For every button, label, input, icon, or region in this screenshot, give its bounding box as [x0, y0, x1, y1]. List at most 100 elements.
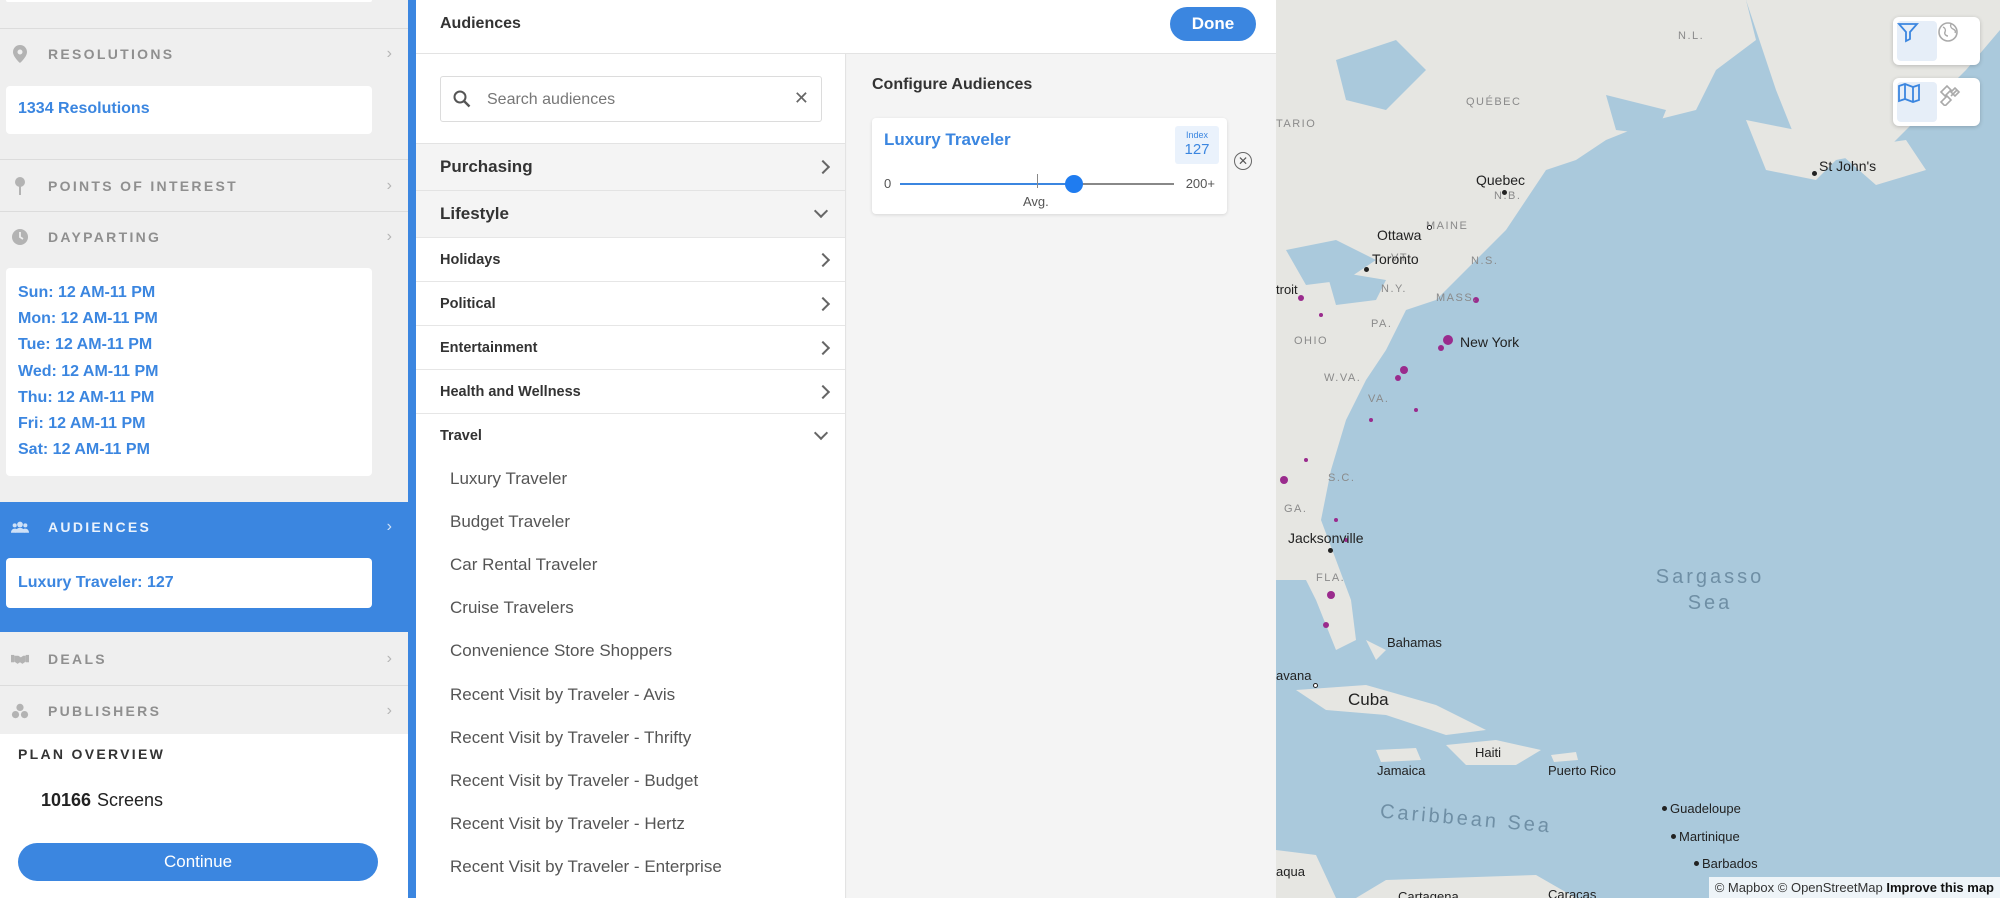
chevron-right-icon: ›	[386, 45, 392, 62]
subcategory-label: Entertainment	[440, 339, 538, 356]
section-audiences[interactable]: AUDIENCES ›	[0, 513, 408, 541]
index-slider[interactable]	[900, 174, 1174, 193]
daypart-sun[interactable]: Sun: 12 AM-11 PM	[18, 284, 155, 302]
resolutions-value[interactable]: 1334 Resolutions	[18, 100, 150, 118]
city-label: Caracas	[1548, 887, 1597, 898]
mapbox-attribution[interactable]: © Mapbox	[1715, 880, 1774, 895]
remove-audience-icon[interactable]: ✕	[1234, 152, 1252, 170]
city-label: Toronto	[1372, 251, 1419, 267]
section-label: PUBLISHERS	[48, 703, 162, 719]
screens-label: Screens	[97, 790, 164, 810]
category-label: Purchasing	[440, 157, 533, 176]
subcategory-travel[interactable]: Travel	[416, 413, 845, 457]
map-region-label: VA.	[1368, 393, 1390, 405]
map-region-label: TARIO	[1276, 118, 1317, 130]
audience-item-avis[interactable]: Recent Visit by Traveler - Avis	[450, 685, 675, 705]
section-dayparting[interactable]: DAYPARTING ›	[0, 223, 408, 251]
divider	[0, 685, 408, 686]
configure-title: Configure Audiences	[872, 76, 1033, 93]
chevron-down-icon	[813, 425, 829, 440]
audience-item-car-rental-traveler[interactable]: Car Rental Traveler	[450, 555, 597, 575]
subcategory-health-and-wellness[interactable]: Health and Wellness	[416, 369, 845, 413]
subcategory-label: Holidays	[440, 251, 501, 268]
chevron-right-icon: ›	[386, 228, 392, 245]
map[interactable]: N.L. QUÉBEC TARIO N.B. MAINE N.S. VT N.Y…	[1276, 0, 2000, 898]
section-resolutions[interactable]: RESOLUTIONS ›	[0, 40, 408, 68]
improve-map-link[interactable]: Improve this map	[1886, 880, 1994, 895]
audience-item-convenience-store-shoppers[interactable]: Convenience Store Shoppers	[450, 641, 672, 661]
city-label: Ottawa	[1377, 227, 1422, 243]
audience-list: ✕ Purchasing Lifestyle Holidays Politica…	[416, 54, 846, 898]
section-label: AUDIENCES	[48, 519, 152, 535]
map-region-label: MAINE	[1426, 220, 1469, 232]
daypart-mon[interactable]: Mon: 12 AM-11 PM	[18, 310, 158, 328]
audience-item-luxury-traveler[interactable]: Luxury Traveler	[450, 469, 567, 489]
clear-search-icon[interactable]: ✕	[794, 88, 809, 109]
sidebar: RESOLUTIONS › 1334 Resolutions POINTS OF…	[0, 0, 408, 898]
map-region-label: QUÉBEC	[1466, 96, 1522, 108]
handshake-icon	[11, 650, 29, 668]
divider	[0, 28, 408, 29]
audience-item-cruise-travelers[interactable]: Cruise Travelers	[450, 598, 574, 618]
section-label: RESOLUTIONS	[48, 46, 175, 62]
chevron-right-icon	[815, 159, 831, 175]
map-attribution: © Mapbox © OpenStreetMap Improve this ma…	[1708, 877, 2000, 898]
audience-item-enterprise[interactable]: Recent Visit by Traveler - Enterprise	[450, 857, 722, 877]
people-icon	[11, 518, 29, 536]
configure-audiences-panel: Configure Audiences Luxury Traveler Inde…	[847, 54, 1276, 898]
audience-name: Luxury Traveler	[884, 130, 1011, 149]
slider-avg-label: Avg.	[1023, 194, 1049, 209]
daypart-fri[interactable]: Fri: 12 AM-11 PM	[18, 415, 145, 433]
category-lifestyle[interactable]: Lifestyle	[416, 190, 845, 237]
osm-attribution[interactable]: © OpenStreetMap	[1778, 880, 1883, 895]
audiences-card: Luxury Traveler: 127	[6, 558, 372, 608]
subcategory-holidays[interactable]: Holidays	[416, 237, 845, 281]
daypart-thu[interactable]: Thu: 12 AM-11 PM	[18, 389, 154, 407]
chevron-right-icon: ›	[386, 177, 392, 194]
map-region-label: OHIO	[1294, 335, 1329, 347]
daypart-wed[interactable]: Wed: 12 AM-11 PM	[18, 363, 158, 381]
publishers-icon	[11, 702, 29, 720]
screens-count: 10166	[41, 790, 92, 810]
daypart-tue[interactable]: Tue: 12 AM-11 PM	[18, 336, 152, 354]
filter-icon[interactable]	[1897, 21, 1937, 61]
map-icon[interactable]	[1897, 82, 1937, 122]
city-label: Jamaica	[1377, 763, 1426, 778]
clock-icon	[11, 228, 29, 246]
audiences-value[interactable]: Luxury Traveler: 127	[18, 574, 174, 592]
index-label: Index	[1185, 130, 1209, 140]
globe-icon[interactable]	[1937, 21, 1977, 61]
audience-item-budget[interactable]: Recent Visit by Traveler - Budget	[450, 771, 698, 791]
subcategory-political[interactable]: Political	[416, 281, 845, 325]
audience-item-budget-traveler[interactable]: Budget Traveler	[450, 512, 570, 532]
audience-config-card: Luxury Traveler Index 127 0 200+ Avg.	[872, 118, 1227, 214]
plan-overview-title: PLAN OVERVIEW	[18, 746, 166, 762]
continue-button[interactable]: Continue	[18, 843, 378, 881]
subcategory-label: Health and Wellness	[440, 383, 581, 400]
done-button[interactable]: Done	[1170, 7, 1256, 41]
city-marker	[1694, 861, 1699, 866]
section-points-of-interest[interactable]: POINTS OF INTEREST ›	[0, 172, 408, 200]
chevron-right-icon: ›	[386, 650, 392, 667]
category-purchasing[interactable]: Purchasing	[416, 143, 845, 190]
satellite-icon[interactable]	[1937, 82, 1977, 122]
city-label: St John's	[1819, 158, 1877, 174]
city-label: Haiti	[1475, 745, 1502, 760]
pin-icon	[11, 177, 29, 195]
section-label: DEALS	[48, 651, 107, 667]
city-label: Jacksonville	[1288, 530, 1364, 546]
section-publishers[interactable]: PUBLISHERS ›	[0, 697, 408, 725]
sea-label: Sargasso Sea	[1655, 566, 1765, 614]
slider-thumb[interactable]	[1064, 175, 1083, 193]
audience-item-thrifty[interactable]: Recent Visit by Traveler - Thrifty	[450, 728, 691, 748]
city-label: aqua	[1276, 864, 1305, 879]
subcategory-entertainment[interactable]: Entertainment	[416, 325, 845, 369]
search-input[interactable]	[487, 87, 787, 113]
city-label: avana	[1276, 668, 1312, 683]
daypart-sat[interactable]: Sat: 12 AM-11 PM	[18, 441, 150, 459]
map-region-label: PA.	[1371, 318, 1393, 330]
chevron-right-icon	[815, 296, 831, 311]
section-deals[interactable]: DEALS ›	[0, 645, 408, 673]
audience-item-hertz[interactable]: Recent Visit by Traveler - Hertz	[450, 814, 685, 834]
resolutions-card: 1334 Resolutions	[6, 86, 372, 134]
